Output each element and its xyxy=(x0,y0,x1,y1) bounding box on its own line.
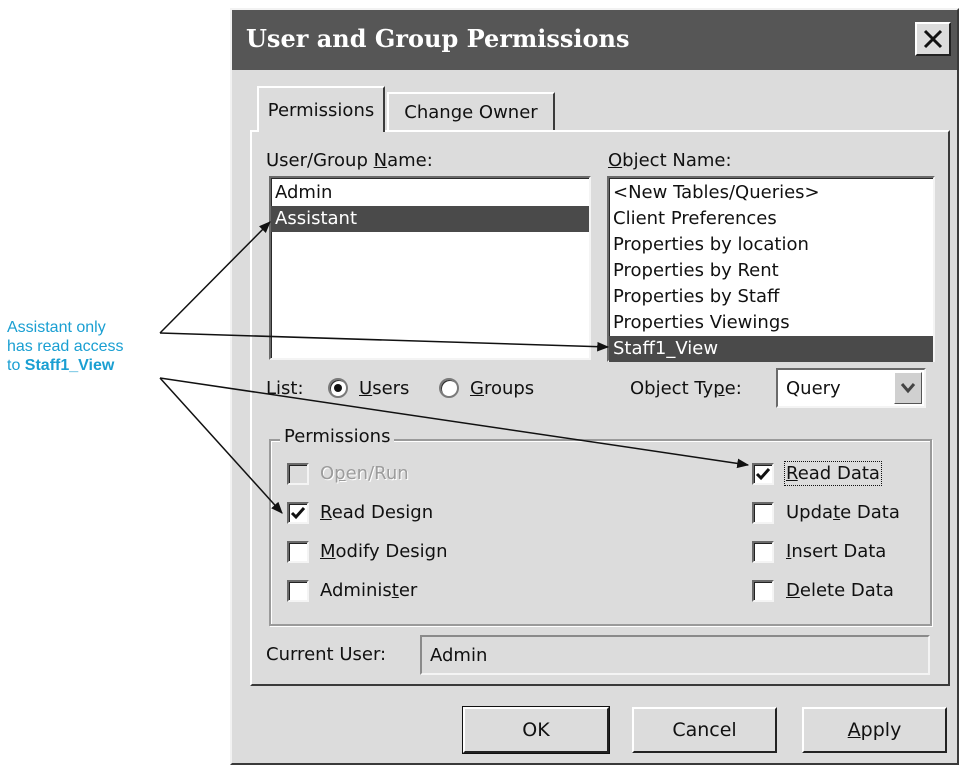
permissions-tab-panel xyxy=(250,130,950,686)
close-button[interactable] xyxy=(915,22,951,56)
annotation-object-name: Staff1_View xyxy=(24,357,115,374)
title-bar[interactable]: User and Group Permissions xyxy=(232,10,957,70)
permissions-dialog: User and Group Permissions Permissions C… xyxy=(230,8,959,765)
ok-button[interactable]: OK xyxy=(462,706,610,754)
tab-change-owner[interactable]: Change Owner xyxy=(387,92,555,130)
annotation-line-1: Assistant only xyxy=(7,319,106,336)
apply-button[interactable]: Apply xyxy=(802,707,947,753)
close-icon xyxy=(923,29,943,49)
annotation-line-3: to Staff1_View xyxy=(7,357,115,374)
dialog-title: User and Group Permissions xyxy=(246,24,630,53)
cancel-button[interactable]: Cancel xyxy=(632,707,777,753)
tab-permissions[interactable]: Permissions xyxy=(257,86,385,132)
callout-annotation: Assistant only has read access to Staff1… xyxy=(7,318,167,375)
annotation-line-2: has read access xyxy=(7,338,124,355)
